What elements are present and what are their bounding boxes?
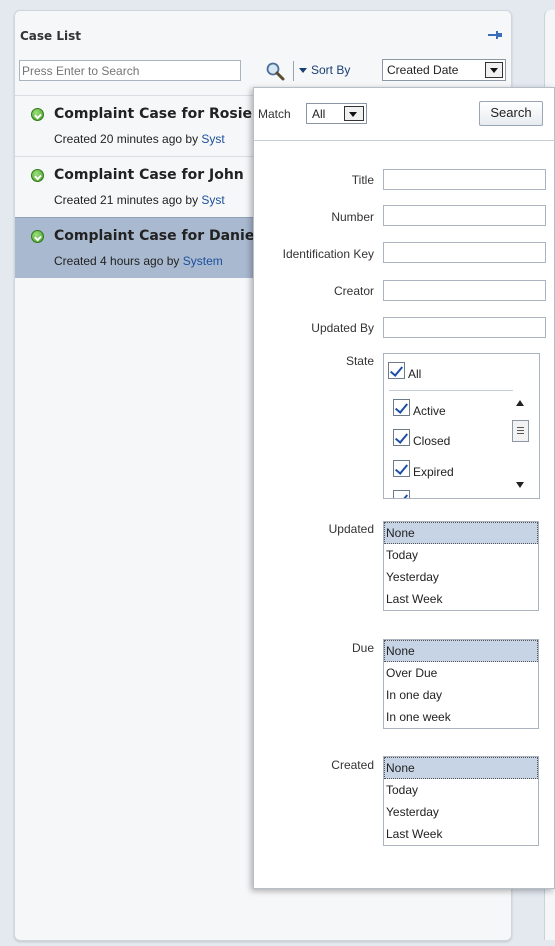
chevron-down-icon[interactable] (485, 62, 503, 78)
title-label: Title (351, 173, 374, 187)
state-expired-option[interactable]: Expired (393, 460, 454, 479)
case-meta: Created 4 hours ago by System (54, 254, 223, 268)
case-created-text: Created 4 hours ago by (54, 254, 183, 268)
listbox-option[interactable]: Last Week (384, 588, 538, 610)
case-meta: Created 20 minutes ago by Syst (54, 132, 225, 146)
case-title[interactable]: Complaint Case for John (54, 167, 244, 183)
checkbox-all[interactable] (388, 362, 405, 379)
scroll-down-icon[interactable] (516, 482, 524, 488)
due-listbox[interactable]: None Over Due In one day In one week (383, 639, 539, 729)
listbox-option[interactable]: Yesterday (384, 566, 538, 588)
checkbox-partial[interactable] (393, 490, 410, 498)
updated-by-field[interactable] (383, 317, 546, 338)
state-checklist: All Active Closed Expired (383, 353, 540, 499)
creator-label: Creator (333, 284, 374, 298)
match-value: All (312, 107, 326, 121)
match-select[interactable]: All (306, 103, 367, 124)
case-title[interactable]: Complaint Case for Rosie (54, 106, 252, 122)
sort-by-select[interactable]: Created Date (382, 59, 506, 81)
state-options-list: Active Closed Expired (389, 390, 513, 498)
state-closed-option[interactable]: Closed (393, 429, 450, 448)
title-field[interactable] (383, 169, 546, 190)
state-partial-option[interactable] (393, 490, 413, 498)
listbox-option[interactable]: None (384, 640, 538, 662)
listbox-option[interactable]: Yesterday (384, 801, 538, 823)
state-label: State (345, 354, 374, 368)
creator-field[interactable] (383, 280, 546, 301)
identification-key-field[interactable] (383, 242, 546, 263)
listbox-option[interactable]: Today (384, 544, 538, 566)
scrollbar-thumb[interactable] (512, 420, 529, 442)
sort-direction-icon[interactable] (299, 68, 307, 73)
sort-by-value: Created Date (387, 63, 459, 77)
updated-by-label: Updated By (311, 321, 374, 335)
listbox-option[interactable]: In one day (384, 684, 538, 706)
listbox-option[interactable]: Over Due (384, 662, 538, 684)
case-creator-link[interactable]: System (183, 254, 223, 268)
identification-key-label: Identification Key (282, 247, 374, 261)
status-active-icon (31, 230, 44, 243)
due-label: Due (351, 641, 374, 655)
listbox-option[interactable]: None (384, 757, 538, 779)
toolbar-separator (293, 61, 294, 81)
sort-by-label: Sort By (311, 63, 351, 77)
listbox-option[interactable]: Last Week (384, 823, 538, 845)
case-title[interactable]: Complaint Case for Danie (54, 228, 254, 244)
status-active-icon (31, 169, 44, 182)
scroll-up-icon[interactable] (516, 400, 524, 406)
state-active-option[interactable]: Active (393, 399, 446, 418)
case-search-input[interactable] (19, 60, 241, 81)
created-listbox[interactable]: None Today Yesterday Last Week (383, 756, 539, 846)
pin-icon[interactable] (487, 29, 503, 41)
checkbox-active[interactable] (393, 399, 410, 416)
checkbox-expired[interactable] (393, 460, 410, 477)
status-active-icon (31, 108, 44, 121)
case-creator-link[interactable]: Syst (201, 132, 224, 146)
number-label: Number (331, 210, 374, 224)
advanced-search-popup: Match All Search Title Number Identifica… (253, 87, 555, 889)
created-label: Created (331, 758, 374, 772)
divider (254, 140, 555, 141)
listbox-option[interactable]: None (384, 522, 538, 544)
updated-label: Updated (328, 522, 374, 536)
state-all-option[interactable]: All (388, 362, 421, 381)
listbox-option[interactable]: Today (384, 779, 538, 801)
match-label: Match (258, 107, 291, 121)
number-field[interactable] (383, 205, 546, 226)
case-created-text: Created 21 minutes ago by (54, 193, 202, 207)
case-creator-link[interactable]: Syst (201, 193, 224, 207)
checkbox-closed[interactable] (393, 429, 410, 446)
case-meta: Created 21 minutes ago by Syst (54, 193, 225, 207)
updated-listbox[interactable]: None Today Yesterday Last Week (383, 521, 539, 611)
search-button[interactable]: Search (479, 101, 543, 126)
panel-title: Case List (20, 29, 82, 43)
search-icon[interactable] (265, 61, 285, 81)
case-created-text: Created 20 minutes ago by (54, 132, 202, 146)
listbox-option[interactable]: In one week (384, 706, 538, 728)
chevron-down-icon[interactable] (344, 106, 364, 121)
